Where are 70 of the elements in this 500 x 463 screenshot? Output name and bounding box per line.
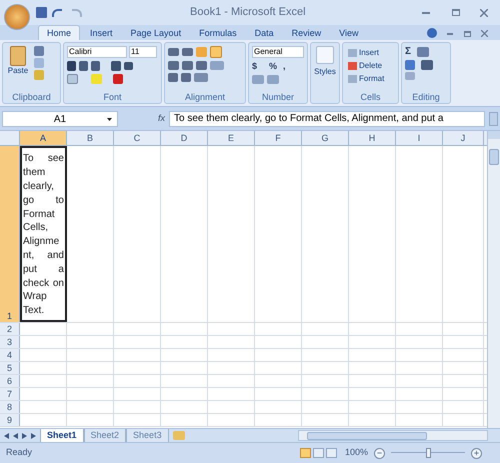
formula-field[interactable]: To see them clearly, go to Format Cells, Alignment, and put a — [169, 111, 485, 127]
column-header[interactable]: F — [255, 131, 302, 145]
column-header[interactable]: E — [208, 131, 255, 145]
zoom-level[interactable]: 100% — [344, 446, 368, 460]
page-layout-view-icon[interactable] — [312, 448, 324, 458]
row-header[interactable]: 5 — [0, 362, 20, 374]
autosum-button[interactable]: Σ — [405, 46, 412, 58]
column-header[interactable]: C — [114, 131, 161, 145]
group-label: Clipboard — [11, 91, 52, 103]
page-break-view-icon[interactable] — [326, 448, 337, 458]
column-header[interactable]: I — [396, 131, 443, 145]
minimize-icon[interactable] — [422, 12, 430, 14]
group-label: Alignment — [184, 91, 226, 103]
group-label: Editing — [411, 91, 441, 103]
row-header[interactable]: 3 — [0, 336, 20, 348]
horizontal-scrollbar[interactable] — [298, 430, 488, 441]
row-header[interactable]: 4 — [0, 349, 20, 361]
cells-button[interactable]: Format — [346, 72, 395, 85]
cells-button[interactable]: Delete — [346, 59, 395, 72]
font-size-field[interactable]: 11 — [129, 46, 157, 58]
column-header[interactable]: J — [443, 131, 484, 145]
row-header[interactable]: 7 — [0, 388, 20, 400]
column-header[interactable]: H — [349, 131, 396, 145]
sheet-tab[interactable]: Sheet1 — [40, 428, 84, 442]
number-format-field[interactable]: General — [252, 46, 304, 58]
ribbon-tab[interactable]: Home — [38, 25, 80, 40]
name-box[interactable]: A1 — [2, 111, 118, 127]
cells-button[interactable]: Insert — [346, 46, 395, 59]
caret-icon[interactable] — [107, 118, 112, 121]
close-icon[interactable] — [481, 30, 488, 37]
ribbon-tab[interactable]: Page Layout — [122, 25, 190, 40]
column-header[interactable]: B — [67, 131, 114, 145]
row-header[interactable]: 8 — [0, 401, 20, 413]
ribbon-tab[interactable]: Review — [284, 25, 330, 40]
percent-button[interactable]: % — [269, 61, 278, 72]
maximize-icon[interactable] — [452, 9, 460, 16]
group-label: Cells — [359, 91, 382, 103]
row-header[interactable]: 9 — [0, 414, 20, 426]
comma-button[interactable]: , — [283, 61, 286, 72]
ribbon-tab[interactable]: Data — [246, 25, 282, 40]
row-header[interactable]: 2 — [0, 323, 20, 335]
office-button[interactable] — [4, 4, 30, 30]
ribbon-tab[interactable]: Formulas — [191, 25, 245, 40]
zoom-in-button[interactable]: + — [471, 448, 482, 458]
paste-button[interactable]: Paste — [6, 46, 30, 80]
column-header[interactable]: G — [302, 131, 349, 145]
fx-button[interactable]: fx — [158, 112, 166, 126]
group-label: Number — [260, 91, 295, 103]
normal-view-icon[interactable] — [300, 448, 311, 458]
row-header[interactable]: 1 — [0, 146, 20, 322]
group-label: Font — [102, 91, 122, 103]
undo-icon[interactable] — [52, 8, 62, 16]
status-text: Ready — [6, 446, 32, 460]
column-header[interactable]: D — [161, 131, 208, 145]
currency-button[interactable]: $ — [252, 61, 258, 72]
ribbon-tab[interactable]: Insert — [82, 25, 121, 40]
row-header[interactable]: 6 — [0, 375, 20, 387]
column-header[interactable]: A — [20, 131, 67, 145]
vertical-scrollbar[interactable] — [487, 131, 500, 428]
zoom-slider[interactable] — [391, 448, 465, 458]
close-icon[interactable] — [480, 8, 488, 16]
expand-formula-icon[interactable] — [489, 112, 498, 126]
font-name-field[interactable]: Calibri — [67, 46, 127, 58]
selected-cell[interactable]: To see them clearly, go to Format Cells, Alignment, and put a check on Wrap Text. — [20, 146, 67, 322]
ribbon-tab[interactable]: View — [331, 25, 366, 40]
restore-icon[interactable] — [464, 31, 471, 37]
zoom-out-button[interactable]: − — [374, 448, 385, 458]
redo-icon[interactable] — [72, 8, 82, 16]
styles-button[interactable]: Styles — [314, 46, 336, 78]
window-title: Book1 - Microsoft Excel — [190, 5, 306, 20]
